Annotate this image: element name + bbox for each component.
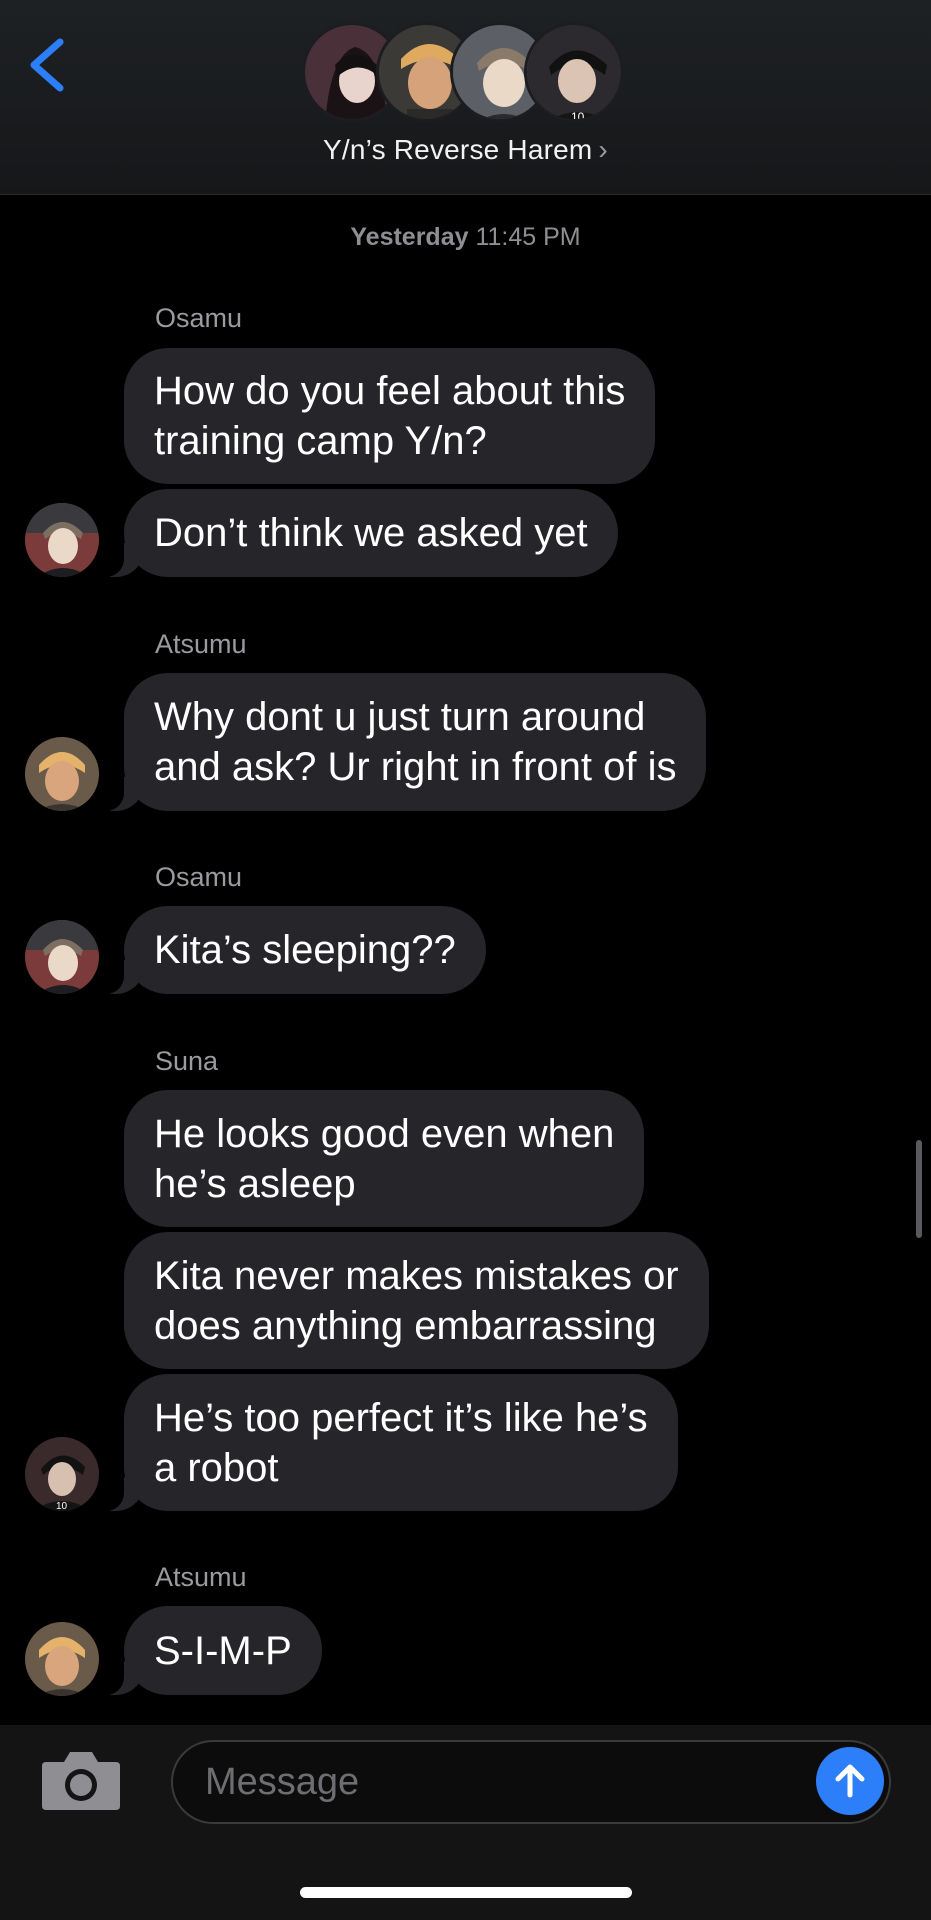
message-input-container[interactable] — [171, 1740, 891, 1824]
camera-button[interactable] — [40, 1748, 122, 1812]
group-name: Y/n’s Reverse Harem — [323, 134, 593, 165]
message-line: and ask? Ur right in front of is — [154, 745, 677, 789]
timestamp-day: Yesterday — [350, 223, 469, 251]
back-button[interactable] — [22, 30, 82, 100]
message-bubble[interactable]: Don’t think we asked yet — [102, 489, 618, 577]
arrow-up-icon — [835, 1764, 865, 1798]
message-line: He looks good even when — [154, 1111, 615, 1156]
sender-avatar-atsumu[interactable] — [25, 1622, 99, 1696]
message-bubble[interactable]: He’s too perfect it’s like he’s a robot — [102, 1374, 678, 1511]
message-line: Don’t think we asked yet — [154, 511, 588, 555]
message-bubble[interactable]: Kita’s sleeping?? — [102, 906, 486, 994]
message-bubble[interactable]: How do you feel about this training camp … — [124, 348, 656, 484]
message-line: Kita never makes mistakes or — [154, 1253, 679, 1298]
svg-text:10: 10 — [571, 110, 585, 122]
sender-name: Atsumu — [155, 1562, 247, 1592]
conversation-timestamp: Yesterday 11:45 PM — [0, 223, 931, 252]
group-avatars[interactable]: 10 — [302, 22, 632, 126]
message-line: training camp Y/n? — [154, 419, 487, 463]
message-line: He’s too perfect it’s like he’s — [154, 1395, 648, 1440]
message-input[interactable] — [205, 1742, 765, 1822]
svg-text:10: 10 — [56, 1501, 68, 1511]
message-line: he’s asleep — [154, 1161, 356, 1206]
message-bubble[interactable]: He looks good even when he’s asleep — [124, 1090, 645, 1227]
chevron-left-icon — [30, 38, 64, 92]
member-avatar: 10 — [524, 22, 624, 122]
message-line: Why dont u just turn around — [154, 695, 646, 739]
scrollbar[interactable] — [916, 1140, 922, 1238]
conversation-header: 10 Y/n’s Reverse Harem › — [0, 0, 931, 195]
home-indicator[interactable] — [300, 1887, 632, 1898]
send-button[interactable] — [816, 1747, 884, 1815]
sender-avatar-atsumu[interactable] — [25, 737, 99, 811]
message-bubble[interactable]: S-I-M-P — [102, 1606, 322, 1695]
group-name-button[interactable]: Y/n’s Reverse Harem › — [0, 134, 931, 166]
message-line: Kita’s sleeping?? — [154, 928, 456, 972]
sender-avatar-suna[interactable]: 10 — [25, 1437, 99, 1511]
message-bubble[interactable]: Why dont u just turn around and ask? Ur r… — [101, 673, 707, 811]
sender-avatar-osamu[interactable] — [25, 503, 99, 577]
message-bubble[interactable]: Kita never makes mistakes or does anythin… — [124, 1232, 709, 1369]
sender-name: Atsumu — [155, 629, 247, 659]
message-line: S-I-M-P — [154, 1628, 292, 1673]
camera-icon — [42, 1752, 120, 1810]
timestamp-time: 11:45 PM — [475, 223, 581, 251]
message-line: How do you feel about this — [154, 369, 626, 413]
chevron-right-icon: › — [598, 134, 608, 165]
sender-name: Osamu — [155, 303, 243, 333]
sender-name: Suna — [155, 1046, 219, 1076]
sender-avatar-osamu[interactable] — [25, 920, 99, 994]
sender-name: Osamu — [155, 862, 243, 892]
message-line: does anything embarrassing — [154, 1303, 657, 1348]
message-line: a robot — [154, 1445, 279, 1490]
